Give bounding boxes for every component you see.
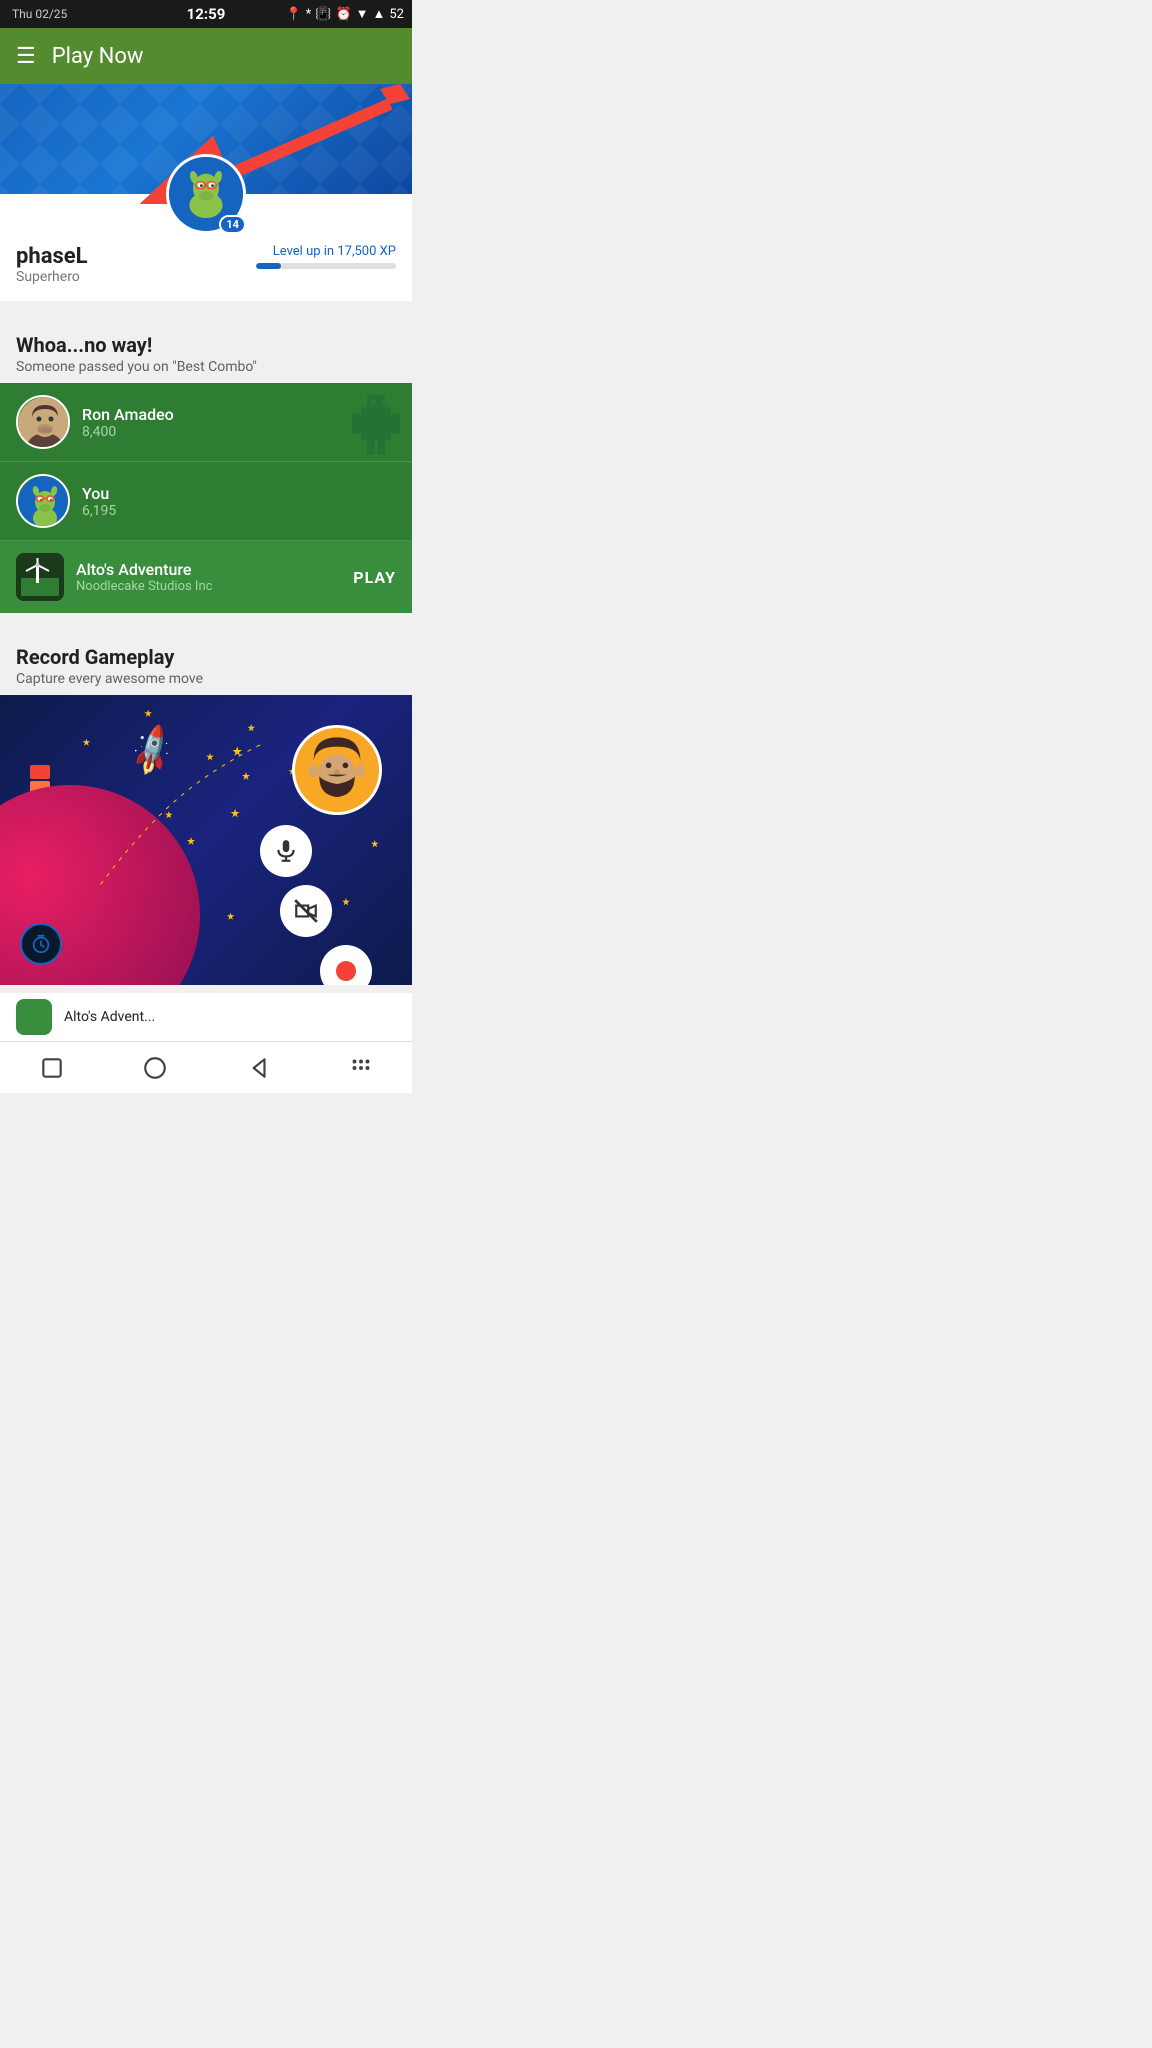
star-trail bbox=[80, 735, 300, 895]
camera-off-button[interactable] bbox=[280, 885, 332, 937]
player-row-you: You 6,195 bbox=[0, 462, 412, 541]
status-time: 12:59 bbox=[187, 5, 226, 23]
ron-face-icon bbox=[18, 397, 70, 449]
you-avatar bbox=[16, 474, 70, 528]
record-dot bbox=[336, 961, 356, 981]
competition-subtitle: Someone passed you on "Best Combo" bbox=[16, 359, 396, 375]
game-developer: Noodlecake Studios Inc bbox=[76, 579, 341, 594]
level-up-text: Level up in 17,500 XP bbox=[273, 244, 396, 259]
competition-title: Whoa...no way! bbox=[16, 333, 396, 357]
robot-decoration bbox=[340, 383, 412, 461]
xp-bar-fill bbox=[256, 263, 281, 269]
profile-info: phaseL Superhero Level up in 17,500 XP bbox=[16, 244, 396, 285]
you-info: You 6,195 bbox=[82, 484, 396, 519]
profile-name: phaseL bbox=[16, 244, 88, 269]
back-button[interactable] bbox=[245, 1055, 271, 1081]
recent-apps-button[interactable] bbox=[39, 1055, 65, 1081]
dots-grid-icon bbox=[348, 1055, 374, 1081]
status-date: Thu 02/25 bbox=[12, 7, 67, 21]
mic-button[interactable] bbox=[260, 825, 312, 877]
play-button[interactable]: PLAY bbox=[353, 568, 396, 587]
page-title: Play Now bbox=[52, 44, 144, 69]
status-bar: Thu 02/25 12:59 📍 * 📳 ⏰ ▼ ▲ 52 bbox=[0, 0, 412, 28]
app-drawer-button[interactable] bbox=[348, 1055, 374, 1081]
bottom-game-name: Alto's Advent... bbox=[64, 1009, 155, 1025]
level-badge: 14 bbox=[219, 215, 246, 234]
wifi-icon: ▼ bbox=[356, 6, 369, 22]
star-5 bbox=[227, 913, 235, 921]
competition-section-header: Whoa...no way! Someone passed you on "Be… bbox=[0, 317, 412, 383]
record-section: Record Gameplay Capture every awesome mo… bbox=[0, 629, 412, 985]
square-icon bbox=[39, 1055, 65, 1081]
record-subtitle: Capture every awesome move bbox=[16, 671, 396, 687]
player-row-ron: Ron Amadeo 8,400 bbox=[0, 383, 412, 462]
profile-rank: Superhero bbox=[16, 269, 88, 285]
avatar-container[interactable]: 14 bbox=[166, 154, 246, 234]
home-button[interactable] bbox=[142, 1055, 168, 1081]
profile-details: phaseL Superhero bbox=[16, 244, 88, 285]
clock-icon bbox=[30, 933, 52, 955]
status-icons: 📍 * 📳 ⏰ ▼ ▲ 52 bbox=[285, 6, 404, 22]
alarm-icon: ⏰ bbox=[335, 7, 351, 22]
star-10 bbox=[342, 898, 350, 906]
camera-off-icon bbox=[293, 898, 319, 924]
you-name: You bbox=[82, 484, 396, 503]
nav-bar bbox=[0, 1041, 412, 1093]
location-icon: 📍 bbox=[285, 7, 301, 22]
game-name: Alto's Adventure bbox=[76, 560, 341, 579]
star-2 bbox=[247, 724, 255, 732]
you-llama-icon bbox=[18, 476, 70, 528]
bottom-game-icon bbox=[16, 999, 52, 1035]
xp-bar bbox=[256, 263, 396, 269]
record-button[interactable] bbox=[320, 945, 372, 985]
record-title: Record Gameplay bbox=[16, 645, 396, 669]
record-avatar bbox=[292, 725, 382, 815]
timer-button[interactable] bbox=[20, 923, 62, 965]
altos-adventure-icon bbox=[16, 553, 64, 601]
space-scene: 🚀 bbox=[0, 695, 412, 985]
circle-icon bbox=[142, 1055, 168, 1081]
bluetooth-icon: * bbox=[306, 7, 312, 22]
signal-icon: ▲ bbox=[373, 6, 386, 22]
star-9 bbox=[371, 840, 379, 848]
game-row: Alto's Adventure Noodlecake Studios Inc … bbox=[0, 541, 412, 613]
ron-avatar bbox=[16, 395, 70, 449]
vibrate-icon: 📳 bbox=[315, 7, 331, 22]
microphone-icon bbox=[273, 838, 299, 864]
bearded-face-icon bbox=[295, 725, 379, 815]
hero-banner: 14 bbox=[0, 84, 412, 194]
you-score: 6,195 bbox=[82, 503, 396, 519]
battery-icon: 52 bbox=[389, 7, 404, 22]
star-11 bbox=[144, 710, 152, 718]
toolbar: ☰ Play Now bbox=[0, 28, 412, 84]
competition-card: Ron Amadeo 8,400 bbox=[0, 383, 412, 613]
bottom-partial-row: Alto's Advent... bbox=[0, 993, 412, 1041]
record-image: 🚀 bbox=[0, 695, 412, 985]
back-icon bbox=[245, 1055, 271, 1081]
menu-icon[interactable]: ☰ bbox=[16, 44, 36, 69]
game-info: Alto's Adventure Noodlecake Studios Inc bbox=[76, 560, 341, 594]
game-icon bbox=[16, 553, 64, 601]
competition-rows: Ron Amadeo 8,400 bbox=[0, 383, 412, 613]
record-section-header: Record Gameplay Capture every awesome mo… bbox=[0, 629, 412, 695]
level-info: Level up in 17,500 XP bbox=[256, 244, 396, 269]
